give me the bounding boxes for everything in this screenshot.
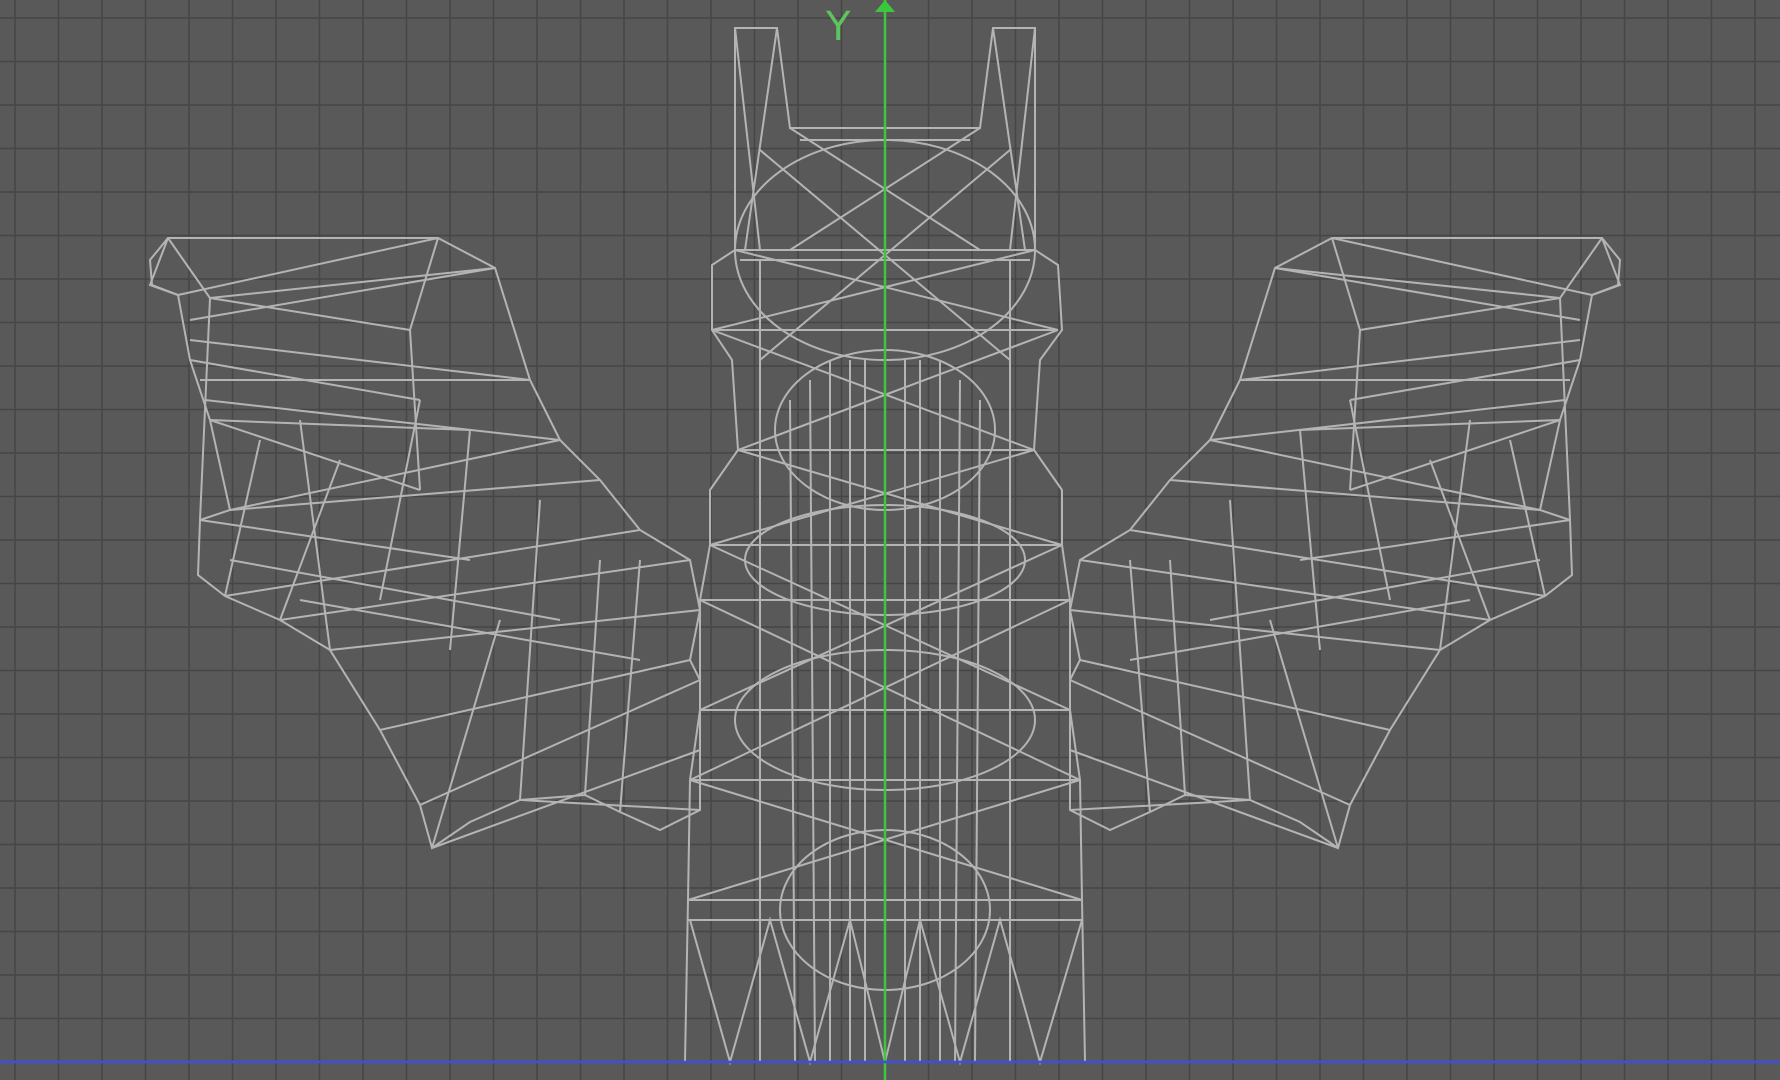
viewport-canvas[interactable]: Y — [0, 0, 1780, 1080]
y-axis-arrow-icon — [875, 0, 895, 12]
grid — [0, 0, 1780, 1080]
y-axis-label: Y — [825, 4, 851, 50]
wireframe-viewport[interactable]: Y — [0, 0, 1780, 1080]
